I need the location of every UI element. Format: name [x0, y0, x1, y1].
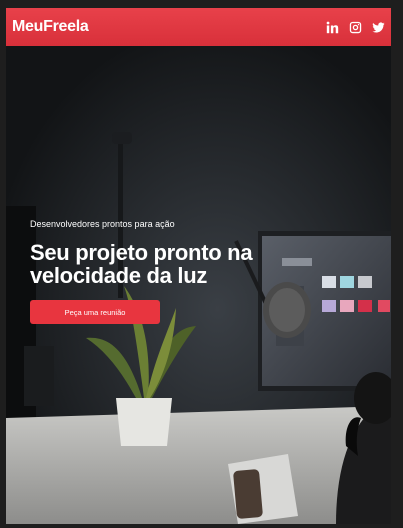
brand-logo[interactable]: MeuFreela — [12, 18, 89, 36]
hero-headline: Seu projeto pronto na velocidade da luz — [30, 240, 253, 288]
hero-eyebrow: Desenvolvedores prontos para ação — [30, 219, 175, 229]
social-links — [326, 21, 385, 34]
request-meeting-button[interactable]: Peça uma reunião — [30, 300, 160, 324]
navbar: MeuFreela — [6, 8, 391, 46]
instagram-icon[interactable] — [349, 21, 362, 34]
twitter-icon[interactable] — [372, 21, 385, 34]
page-frame: MeuFreela Desenvolvedores prontos para a… — [6, 8, 391, 524]
hero-section: Desenvolvedores prontos para ação Seu pr… — [6, 46, 391, 524]
linkedin-icon[interactable] — [326, 21, 339, 34]
